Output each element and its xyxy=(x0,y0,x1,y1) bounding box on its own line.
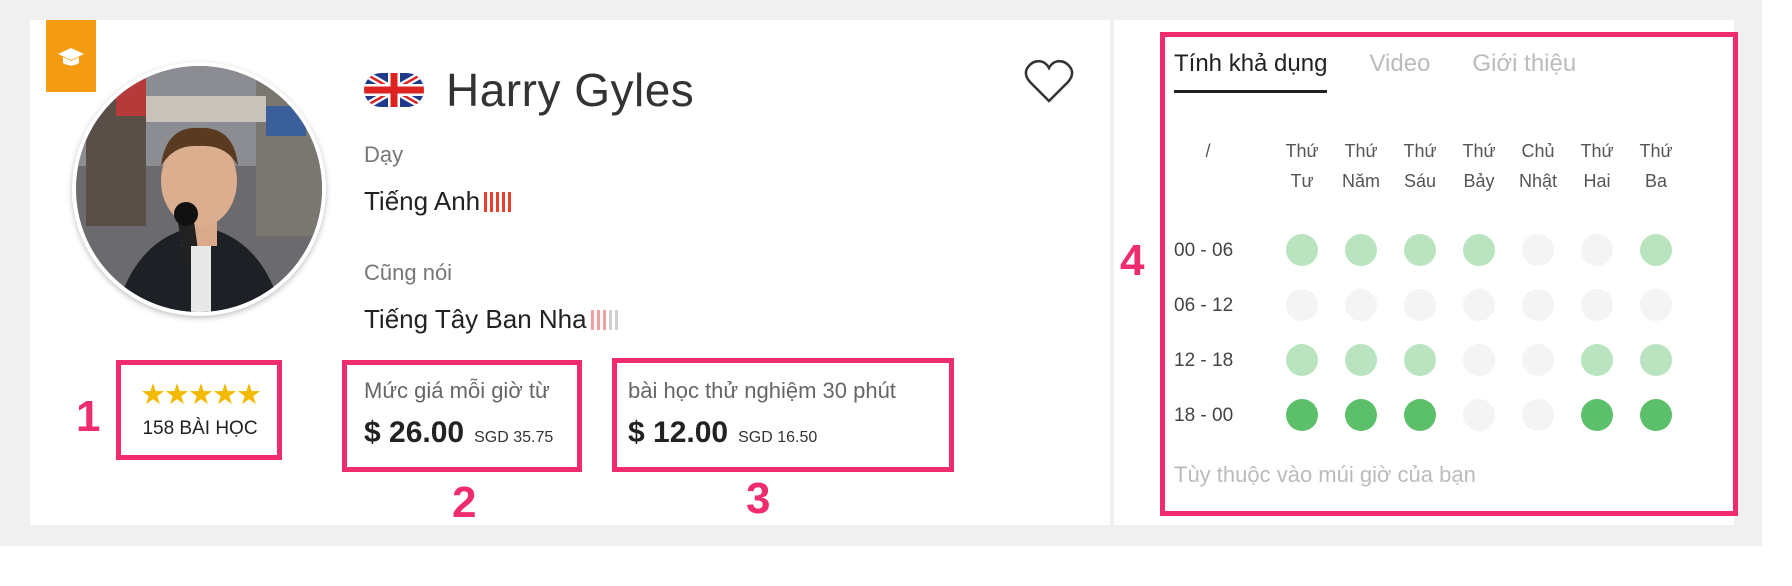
availability-dot xyxy=(1522,399,1554,431)
availability-dot xyxy=(1581,344,1613,376)
bookmark-badge xyxy=(46,20,96,92)
day-header: Thứ Tư xyxy=(1285,141,1319,191)
tutor-name-row: Harry Gyles xyxy=(364,60,694,120)
availability-dot xyxy=(1581,399,1613,431)
tab-availability[interactable]: Tính khả dụng xyxy=(1174,50,1328,93)
avatar-photo xyxy=(76,66,322,312)
profile-tabs: Tính khả dụng Video Giới thiệu xyxy=(1174,50,1576,93)
day-header: Thứ Sáu xyxy=(1403,141,1437,191)
availability-dot xyxy=(1286,344,1318,376)
native-level-bars xyxy=(484,191,512,212)
annotation-3: 3 xyxy=(746,474,771,523)
teaches-language-text: Tiếng Anh xyxy=(364,186,481,216)
day-header: Thứ Hai xyxy=(1580,141,1614,191)
hourly-price: $ 26.00 xyxy=(364,416,465,449)
rating-block: ★★★★★ 158 BÀI HỌC xyxy=(125,378,275,440)
availability-dot xyxy=(1463,234,1495,266)
hourly-price-local: SGD 35.75 xyxy=(474,429,554,446)
time-slot-label: 18 - 00 xyxy=(1174,405,1234,426)
availability-dot xyxy=(1640,234,1672,266)
tab-introduction[interactable]: Giới thiệu xyxy=(1472,50,1576,93)
graduation-cap-icon xyxy=(58,48,84,66)
availability-dot xyxy=(1404,289,1436,321)
star-rating: ★★★★★ xyxy=(140,379,262,411)
trial-price-block: bài học thử nghiệm 30 phút $ 12.00 SGD 1… xyxy=(628,378,896,450)
heart-icon xyxy=(1024,59,1074,103)
annotation-2: 2 xyxy=(452,478,477,527)
availability-dot xyxy=(1345,234,1377,266)
annotation-1: 1 xyxy=(76,392,101,441)
schedule-corner-label: / xyxy=(1205,141,1211,161)
hourly-price-label: Mức giá mỗi giờ từ xyxy=(364,378,550,403)
availability-dot xyxy=(1463,399,1495,431)
day-header: Thứ Bảy xyxy=(1462,141,1496,191)
time-slot-label: 12 - 18 xyxy=(1174,350,1234,371)
availability-dot xyxy=(1286,234,1318,266)
trial-price-local: SGD 16.50 xyxy=(738,429,818,446)
favorite-button[interactable] xyxy=(1024,58,1074,104)
availability-dot xyxy=(1522,289,1554,321)
availability-dot xyxy=(1404,399,1436,431)
lesson-count: 158 BÀI HỌC xyxy=(142,418,258,439)
also-speaks-label: Cũng nói xyxy=(364,260,453,285)
day-header: Thứ Ba xyxy=(1639,141,1673,191)
availability-dot xyxy=(1286,289,1318,321)
hourly-price-block: Mức giá mỗi giờ từ $ 26.00 SGD 35.75 xyxy=(364,378,553,450)
day-header: Thứ Năm xyxy=(1341,141,1380,191)
availability-dot xyxy=(1404,344,1436,376)
availability-dot xyxy=(1286,399,1318,431)
time-slot-label: 00 - 06 xyxy=(1174,240,1234,261)
tutor-name[interactable]: Harry Gyles xyxy=(446,63,694,117)
availability-dot xyxy=(1463,344,1495,376)
highlight-box-4 xyxy=(1160,32,1738,516)
availability-dot xyxy=(1463,289,1495,321)
trial-price-label: bài học thử nghiệm 30 phút xyxy=(628,378,896,403)
availability-dot xyxy=(1522,344,1554,376)
availability-dot xyxy=(1640,289,1672,321)
availability-dot xyxy=(1345,399,1377,431)
teaches-label: Dạy xyxy=(364,142,404,167)
availability-dot xyxy=(1581,234,1613,266)
availability-dot xyxy=(1345,344,1377,376)
timezone-note: Tùy thuộc vào múi giờ của bạn xyxy=(1174,462,1476,487)
avatar[interactable] xyxy=(72,62,326,316)
also-speaks-language-text: Tiếng Tây Ban Nha xyxy=(364,304,587,334)
uk-flag-icon xyxy=(364,73,424,107)
trial-price: $ 12.00 xyxy=(628,416,729,449)
availability-dot xyxy=(1581,289,1613,321)
availability-dot xyxy=(1640,344,1672,376)
availability-dot xyxy=(1522,234,1554,266)
teaches-language: Tiếng Anh xyxy=(364,186,512,217)
availability-dot xyxy=(1640,399,1672,431)
availability-dot xyxy=(1404,234,1436,266)
day-header: Chủ Nhật xyxy=(1518,141,1558,191)
annotation-4: 4 xyxy=(1120,236,1145,285)
also-speaks-language: Tiếng Tây Ban Nha xyxy=(364,304,618,335)
fluent-level-bars xyxy=(590,309,618,330)
tab-video[interactable]: Video xyxy=(1369,50,1430,93)
time-slot-label: 06 - 12 xyxy=(1174,295,1234,316)
availability-dot xyxy=(1345,289,1377,321)
